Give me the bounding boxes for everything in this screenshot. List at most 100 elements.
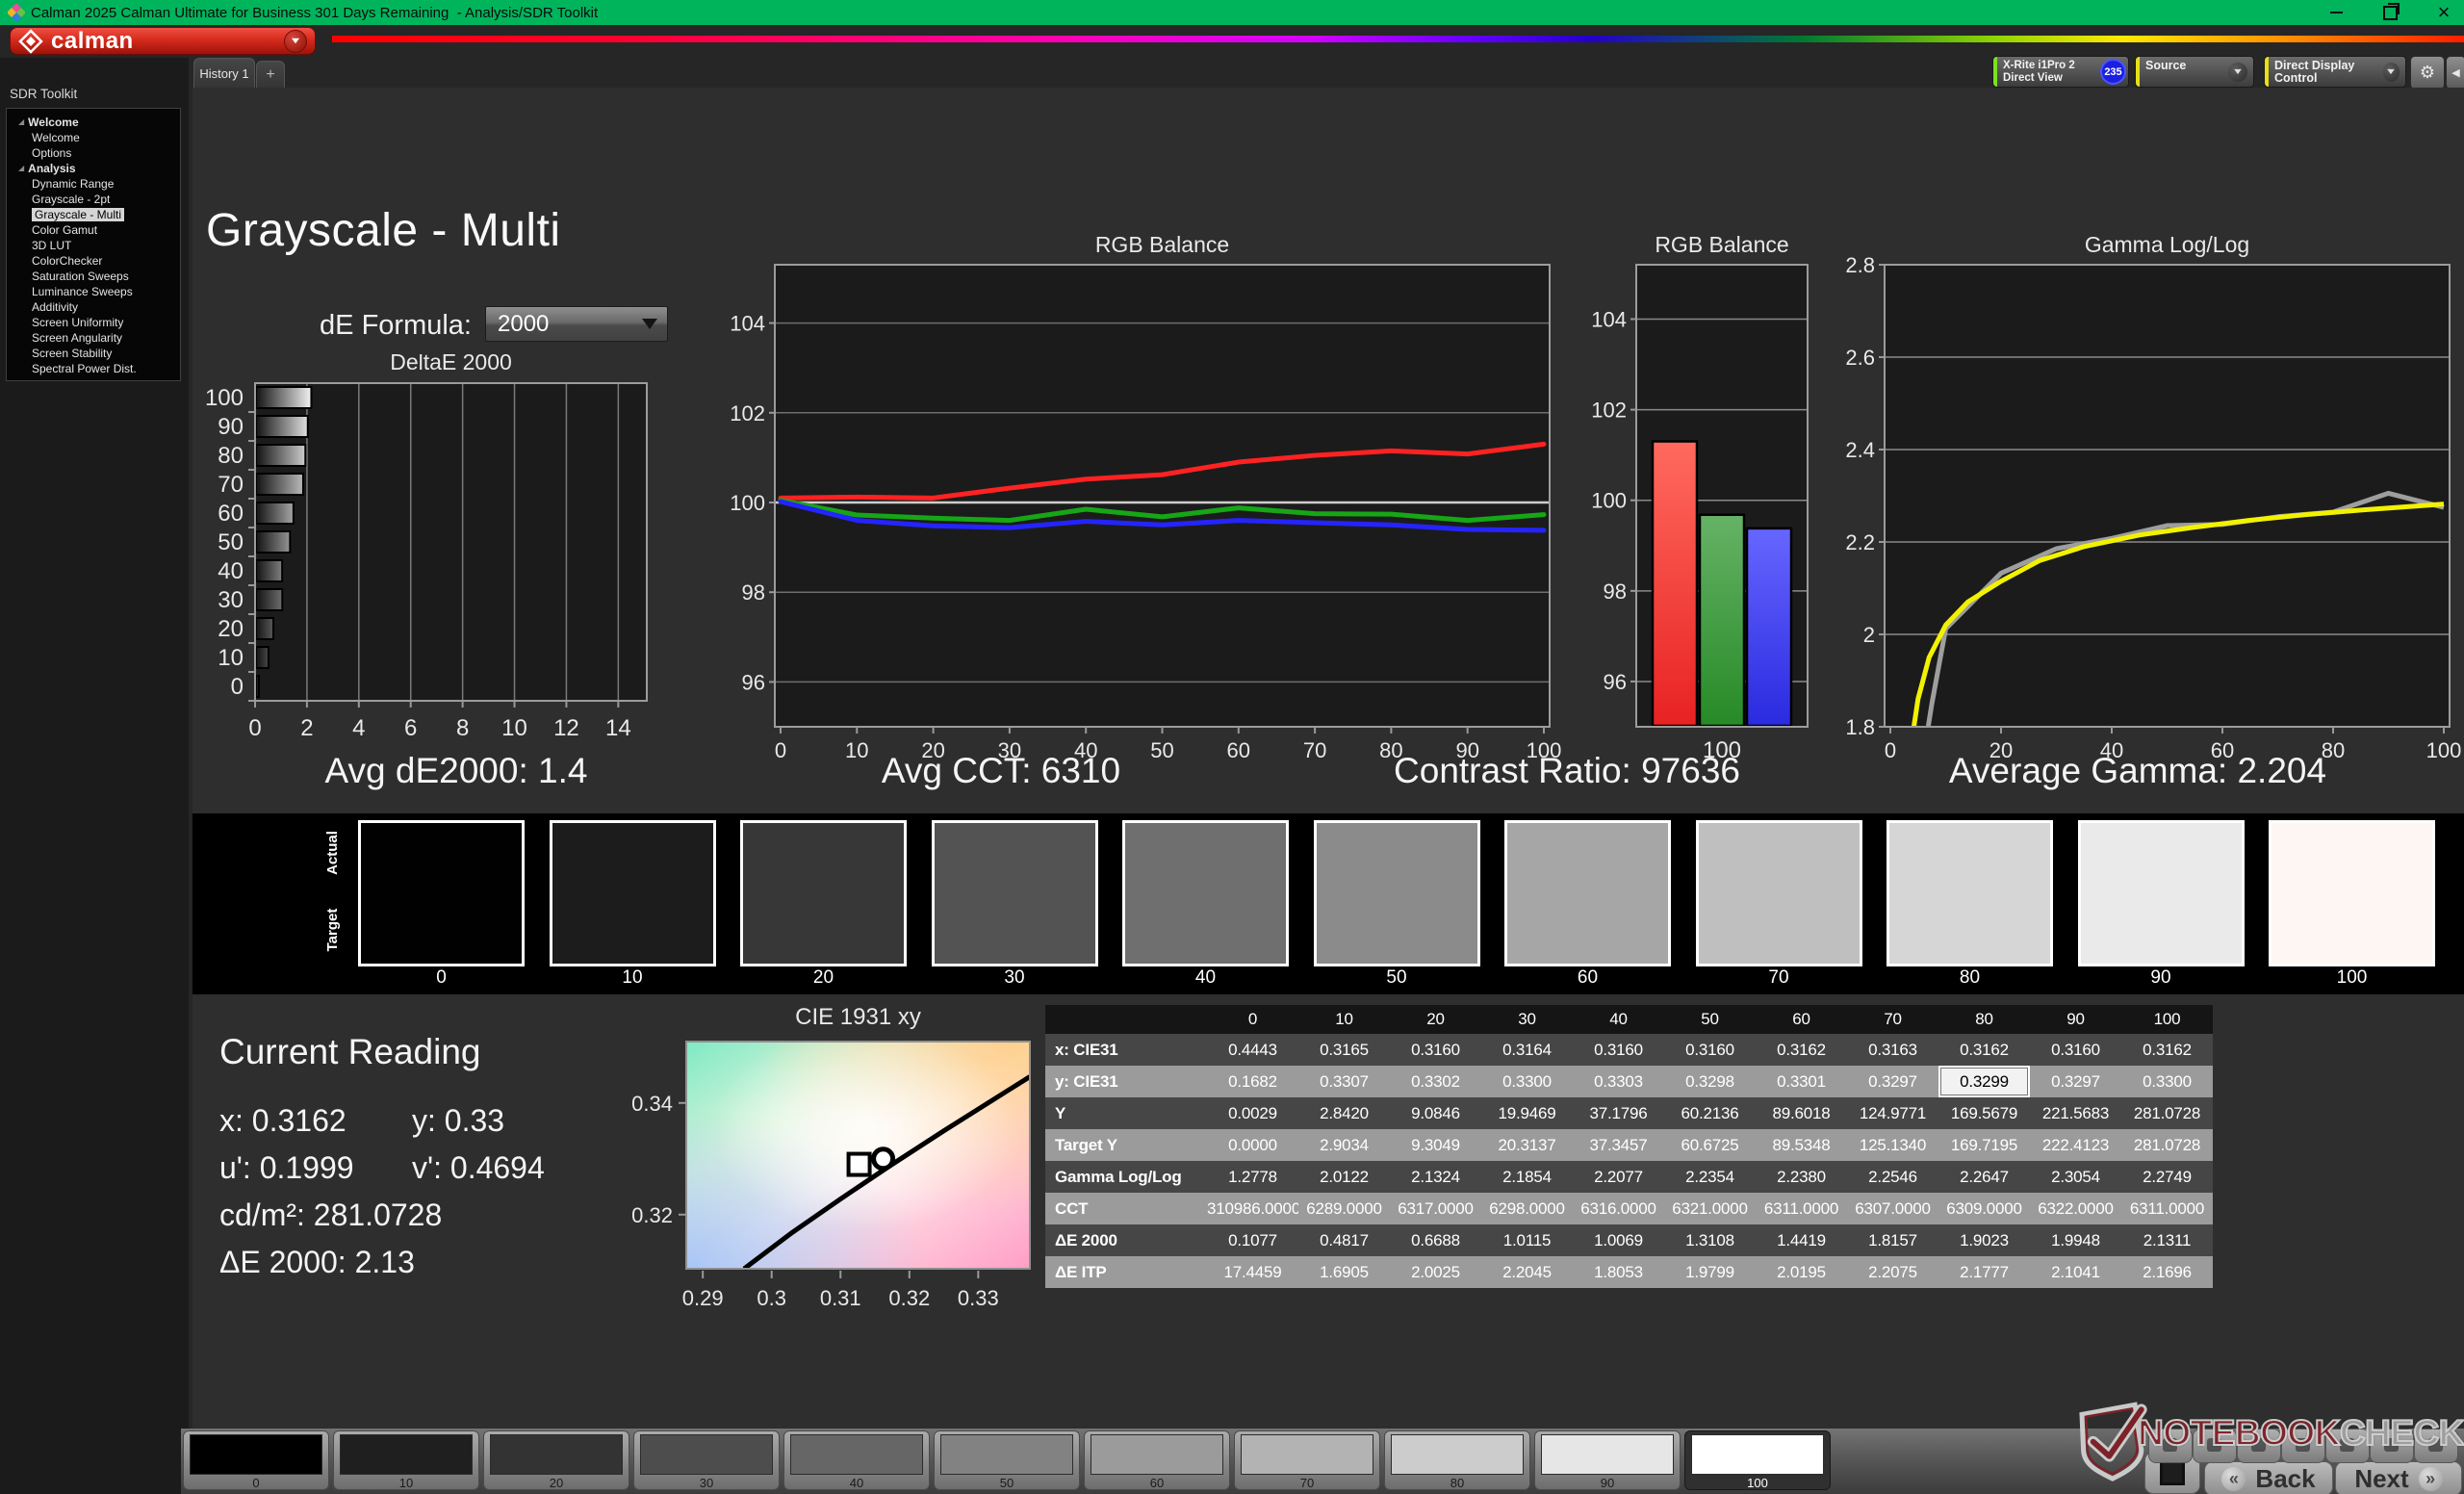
table-cell[interactable]: 9.3049	[1390, 1129, 1481, 1161]
table-cell[interactable]: 6309.0000	[1938, 1193, 2030, 1224]
table-cell[interactable]: 0.3160	[1573, 1034, 1664, 1066]
pattern-button-20[interactable]: 20	[483, 1430, 629, 1490]
table-cell[interactable]: 1.0069	[1573, 1224, 1664, 1256]
table-cell[interactable]: 0.1682	[1207, 1066, 1298, 1097]
table-cell[interactable]: 20.3137	[1481, 1129, 1573, 1161]
table-cell[interactable]: 0.3300	[1481, 1066, 1573, 1097]
table-cell[interactable]: 2.8420	[1298, 1097, 1390, 1129]
table-cell[interactable]: 1.0115	[1481, 1224, 1573, 1256]
table-cell[interactable]: 0.3301	[1756, 1066, 1847, 1097]
pattern-button-80[interactable]: 80	[1384, 1430, 1530, 1490]
back-button[interactable]: « Back	[2204, 1461, 2333, 1494]
table-cell[interactable]: 222.4123	[2030, 1129, 2121, 1161]
de-formula-dropdown[interactable]: 2000	[485, 306, 668, 342]
settings-gear-button[interactable]: ⚙	[2410, 56, 2445, 90]
mini-toolbar-button-3[interactable]	[2237, 1429, 2281, 1463]
table-cell[interactable]: 6311.0000	[2121, 1193, 2213, 1224]
table-cell[interactable]: 0.3165	[1298, 1034, 1390, 1066]
pattern-button-60[interactable]: 60	[1084, 1430, 1230, 1490]
tree-expand-icon[interactable]: ◢	[18, 117, 24, 126]
table-cell[interactable]: 9.0846	[1390, 1097, 1481, 1129]
sidebar-item-options[interactable]: Options	[7, 145, 180, 161]
maximize-button[interactable]	[2375, 1, 2404, 24]
table-cell[interactable]: 2.2749	[2121, 1161, 2213, 1193]
table-cell[interactable]: 169.5679	[1938, 1097, 2030, 1129]
close-button[interactable]: ×	[2429, 1, 2458, 24]
table-cell[interactable]: 169.7195	[1938, 1129, 2030, 1161]
table-cell[interactable]: 1.8053	[1573, 1256, 1664, 1288]
display-control-dropdown[interactable]: Direct Display Control	[2264, 56, 2406, 88]
table-cell[interactable]: 2.2045	[1481, 1256, 1573, 1288]
table-cell[interactable]: 2.1324	[1390, 1161, 1481, 1193]
table-cell[interactable]: 2.2077	[1573, 1161, 1664, 1193]
table-cell[interactable]: 0.6688	[1390, 1224, 1481, 1256]
sidebar-item-grayscale-2pt[interactable]: Grayscale - 2pt	[7, 192, 180, 207]
table-cell[interactable]: 0.3160	[1664, 1034, 1756, 1066]
sidebar-item-screen-uniformity[interactable]: Screen Uniformity	[7, 315, 180, 330]
table-cell[interactable]: 37.3457	[1573, 1129, 1664, 1161]
minimize-button[interactable]	[2322, 1, 2350, 24]
source-dropdown[interactable]: Source	[2135, 56, 2254, 88]
table-cell[interactable]: 2.2647	[1938, 1161, 2030, 1193]
next-button[interactable]: Next »	[2335, 1461, 2462, 1494]
sidebar-item-additivity[interactable]: Additivity	[7, 299, 180, 315]
table-cell[interactable]: 0.3299	[1938, 1066, 2030, 1097]
sidebar-item-saturation-sweeps[interactable]: Saturation Sweeps	[7, 269, 180, 284]
table-cell[interactable]: 281.0728	[2121, 1097, 2213, 1129]
tab-history-1[interactable]: History 1	[193, 58, 255, 89]
table-cell[interactable]: 6289.0000	[1298, 1193, 1390, 1224]
sidebar-item-grayscale-multi[interactable]: Grayscale - Multi	[7, 207, 180, 222]
table-cell[interactable]: 89.5348	[1756, 1129, 1847, 1161]
table-cell[interactable]: 37.1796	[1573, 1097, 1664, 1129]
table-cell[interactable]: 19.9469	[1481, 1097, 1573, 1129]
table-cell[interactable]: 2.2380	[1756, 1161, 1847, 1193]
table-cell[interactable]: 6321.0000	[1664, 1193, 1756, 1224]
pattern-button-100[interactable]: 100	[1684, 1430, 1831, 1490]
table-cell[interactable]: 0.0029	[1207, 1097, 1298, 1129]
sidebar-item-analysis[interactable]: ◢Analysis	[7, 161, 180, 176]
table-cell[interactable]: 0.3162	[1756, 1034, 1847, 1066]
sidebar-item-dynamic-range[interactable]: Dynamic Range	[7, 176, 180, 192]
table-cell[interactable]: 0.3164	[1481, 1034, 1573, 1066]
table-cell[interactable]: 0.0000	[1207, 1129, 1298, 1161]
table-cell[interactable]: 0.3302	[1390, 1066, 1481, 1097]
table-cell[interactable]: 2.0122	[1298, 1161, 1390, 1193]
sidebar-item-spectral-power-dist[interactable]: Spectral Power Dist.	[7, 361, 180, 376]
table-cell[interactable]: 0.3162	[2121, 1034, 2213, 1066]
table-cell[interactable]: 2.2075	[1847, 1256, 1938, 1288]
sidebar-item-3d-lut[interactable]: 3D LUT	[7, 238, 180, 253]
sidebar-item-colorchecker[interactable]: ColorChecker	[7, 253, 180, 269]
table-cell[interactable]: 2.2546	[1847, 1161, 1938, 1193]
table-cell[interactable]: 125.1340	[1847, 1129, 1938, 1161]
pattern-button-50[interactable]: 50	[934, 1430, 1080, 1490]
table-cell[interactable]: 6317.0000	[1390, 1193, 1481, 1224]
table-cell[interactable]: 1.9948	[2030, 1224, 2121, 1256]
table-cell[interactable]: 89.6018	[1756, 1097, 1847, 1129]
sidebar-item-welcome[interactable]: ◢Welcome	[7, 115, 180, 130]
table-cell[interactable]: 0.3303	[1573, 1066, 1664, 1097]
table-cell[interactable]: 2.3054	[2030, 1161, 2121, 1193]
sidebar-item-color-gamut[interactable]: Color Gamut	[7, 222, 180, 238]
table-cell[interactable]: 0.3160	[2030, 1034, 2121, 1066]
display-control-dropdown-icon[interactable]	[2383, 63, 2400, 82]
panel-collapse-button[interactable]: ◀	[2446, 56, 2464, 90]
table-cell[interactable]: 1.9799	[1664, 1256, 1756, 1288]
table-cell[interactable]: 0.1077	[1207, 1224, 1298, 1256]
pattern-button-10[interactable]: 10	[333, 1430, 479, 1490]
add-tab-button[interactable]: +	[256, 61, 285, 89]
pattern-button-0[interactable]: 0	[183, 1430, 329, 1490]
table-cell[interactable]: 2.9034	[1298, 1129, 1390, 1161]
table-cell[interactable]: 60.2136	[1664, 1097, 1756, 1129]
table-cell[interactable]: 124.9771	[1847, 1097, 1938, 1129]
sidebar-item-luminance-sweeps[interactable]: Luminance Sweeps	[7, 284, 180, 299]
sidebar-item-welcome[interactable]: Welcome	[7, 130, 180, 145]
mini-toolbar-button-4[interactable]	[2281, 1429, 2325, 1463]
table-cell[interactable]: 1.2778	[1207, 1161, 1298, 1193]
table-cell[interactable]: 2.1854	[1481, 1161, 1573, 1193]
pattern-button-90[interactable]: 90	[1534, 1430, 1681, 1490]
mini-toolbar-button-7[interactable]	[2414, 1429, 2458, 1463]
calman-menu-button[interactable]: calman	[10, 27, 316, 55]
table-cell[interactable]: 0.3160	[1390, 1034, 1481, 1066]
table-cell[interactable]: 221.5683	[2030, 1097, 2121, 1129]
mini-toolbar-button-1[interactable]	[2148, 1429, 2193, 1463]
